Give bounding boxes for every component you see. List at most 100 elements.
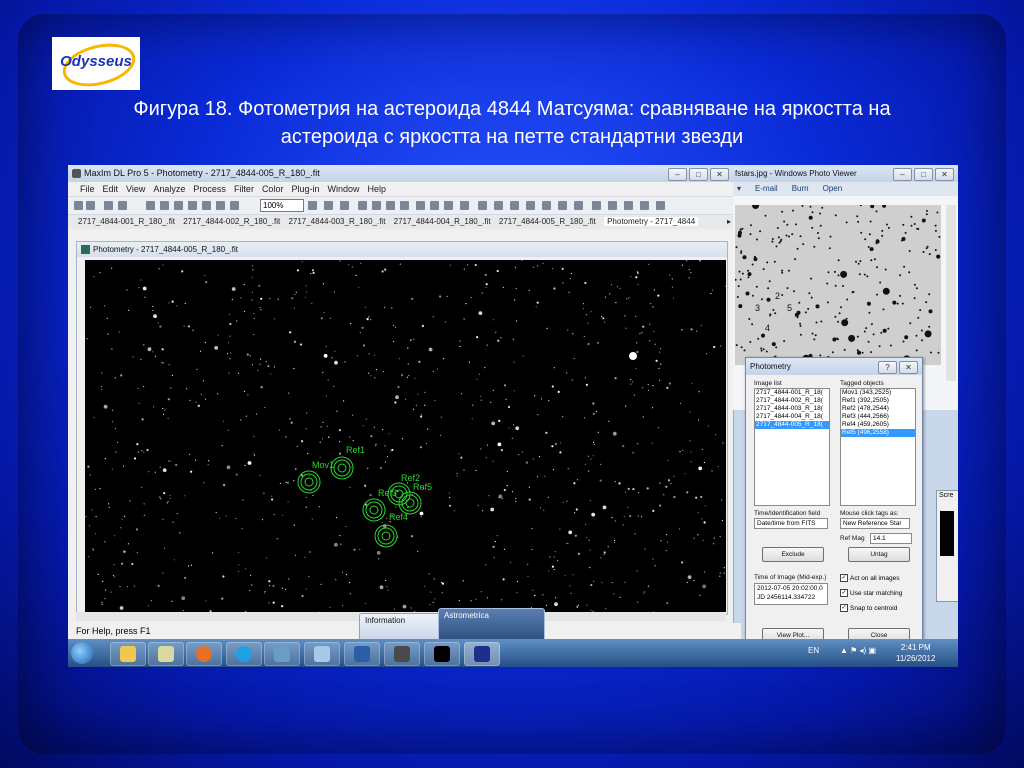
toolbar-tool-icon[interactable] — [430, 201, 439, 210]
taskbar-explorer-icon[interactable] — [110, 642, 146, 666]
toolbar-tool-icon[interactable] — [542, 201, 551, 210]
taskbar-app-icon[interactable] — [304, 642, 340, 666]
image-list-item[interactable]: 2717_4844-003_R_18( — [755, 405, 829, 413]
viewer-maximize-button[interactable]: □ — [914, 168, 933, 181]
toolbar-tool-icon[interactable] — [416, 201, 425, 210]
toolbar-tool-icon[interactable] — [624, 201, 633, 210]
file-tab-3[interactable]: 2717_4844-003_R_180_.fit — [288, 217, 385, 226]
menu-help[interactable]: Help — [367, 182, 386, 196]
use-star-matching-checkbox[interactable]: ✓ Use star matching — [840, 589, 902, 597]
menu-edit[interactable]: Edit — [103, 182, 119, 196]
toolbar-tool-icon[interactable] — [608, 201, 617, 210]
toolbar-tool-icon[interactable] — [146, 201, 155, 210]
untag-button[interactable]: Untag — [848, 547, 910, 562]
toolbar-tool-icon[interactable] — [494, 201, 503, 210]
start-button-icon[interactable] — [71, 642, 93, 664]
image-list-item[interactable]: 2717_4844-004_R_18( — [755, 413, 829, 421]
tabs-scroll-right-icon[interactable]: ▸ — [727, 215, 731, 229]
menu-analyze[interactable]: Analyze — [153, 182, 185, 196]
toolbar-tool-icon[interactable] — [174, 201, 183, 210]
toolbar-tool-icon[interactable] — [640, 201, 649, 210]
toolbar-tool-icon[interactable] — [160, 201, 169, 210]
taskbar-console-icon[interactable] — [424, 642, 460, 666]
file-tab-4[interactable]: 2717_4844-004_R_180_.fit — [394, 217, 491, 226]
image-list-item[interactable]: 2717_4844-002_R_18( — [755, 397, 829, 405]
taskbar-photo-viewer-icon[interactable] — [264, 642, 300, 666]
exclude-button[interactable]: Exclude — [762, 547, 824, 562]
menu-filter[interactable]: Filter — [234, 182, 254, 196]
viewer-close-button[interactable]: ✕ — [935, 168, 954, 181]
viewer-file-menu-icon[interactable]: ▾ — [737, 182, 741, 196]
menu-file[interactable]: File — [80, 182, 95, 196]
toolbar-tool-icon[interactable] — [104, 201, 113, 210]
tagged-item[interactable]: Ref2 (478,2544) — [841, 405, 915, 413]
toolbar-tool-icon[interactable] — [216, 201, 225, 210]
file-tab-photometry[interactable]: Photometry - 2717_4844 — [604, 217, 699, 226]
menu-view[interactable]: View — [126, 182, 145, 196]
astrometrica-preview[interactable]: Astrometrica — [438, 608, 545, 642]
side-window[interactable]: Scre — [936, 490, 958, 602]
maximize-button[interactable]: □ — [689, 168, 708, 181]
menu-color[interactable]: Color — [262, 182, 284, 196]
ref-mag-stepper[interactable]: 14.1 — [870, 533, 912, 544]
menu-window[interactable]: Window — [327, 182, 359, 196]
tray-flag-icon[interactable]: ▲ ⚑ ◂) ▣ — [840, 646, 876, 655]
dialog-close-button[interactable]: ✕ — [899, 361, 918, 374]
taskbar-firefox-icon[interactable] — [186, 642, 222, 666]
tagged-item[interactable]: Ref3 (444,2566) — [841, 413, 915, 421]
viewer-scrollbar[interactable] — [946, 205, 956, 381]
toolbar-tool-icon[interactable] — [656, 201, 665, 210]
toolbar-tool-icon[interactable] — [478, 201, 487, 210]
toolbar-tool-icon[interactable] — [86, 201, 95, 210]
toolbar-tool-icon[interactable] — [74, 201, 83, 210]
image-list-item[interactable]: 2717_4844-001_R_18( — [755, 389, 829, 397]
toolbar-tool-icon[interactable] — [460, 201, 469, 210]
menu-plugin[interactable]: Plug-in — [291, 182, 319, 196]
mouse-tags-select[interactable]: New Reference Star — [840, 518, 910, 529]
taskbar-astrometrica-icon[interactable] — [464, 642, 500, 666]
tagged-item[interactable]: Ref1 (392,2505) — [841, 397, 915, 405]
toolbar-tool-icon[interactable] — [372, 201, 381, 210]
toolbar-tool-icon[interactable] — [526, 201, 535, 210]
tagged-objects-list[interactable]: Mov1 (343,2525) Ref1 (392,2505) Ref2 (47… — [840, 388, 916, 506]
toolbar-tool-icon[interactable] — [188, 201, 197, 210]
close-button[interactable]: ✕ — [710, 168, 729, 181]
toolbar-tool-icon[interactable] — [230, 201, 239, 210]
file-tab-1[interactable]: 2717_4844-001_R_180_.fit — [78, 217, 175, 226]
time-id-select[interactable]: Date/time from FITS — [754, 518, 828, 529]
toolbar-tool-icon[interactable] — [324, 201, 333, 210]
star-field-image[interactable]: Mov1 Ref1 Ref2 Ref3 Ref4 Ref5 — [85, 260, 726, 613]
taskbar-skype-icon[interactable] — [226, 642, 262, 666]
menu-process[interactable]: Process — [193, 182, 226, 196]
zoom-select[interactable]: 100% — [260, 199, 304, 212]
file-tab-2[interactable]: 2717_4844-002_R_180_.fit — [183, 217, 280, 226]
viewer-email[interactable]: E-mail — [755, 182, 778, 196]
image-list[interactable]: 2717_4844-001_R_18( 2717_4844-002_R_18( … — [754, 388, 830, 506]
toolbar-tool-icon[interactable] — [558, 201, 567, 210]
snap-to-centroid-checkbox[interactable]: ✓ Snap to centroid — [840, 604, 897, 612]
toolbar-tool-icon[interactable] — [574, 201, 583, 210]
taskbar-maxim-icon[interactable] — [384, 642, 420, 666]
taskbar-paint-icon[interactable] — [148, 642, 184, 666]
toolbar-tool-icon[interactable] — [592, 201, 601, 210]
toolbar-tool-icon[interactable] — [308, 201, 317, 210]
toolbar-tool-icon[interactable] — [340, 201, 349, 210]
viewer-burn[interactable]: Burn — [792, 182, 809, 196]
tagged-item[interactable]: Mov1 (343,2525) — [841, 389, 915, 397]
act-on-all-checkbox[interactable]: ✓ Act on all images — [840, 574, 900, 582]
tagged-item-selected[interactable]: Ref5 (496,2558) — [841, 429, 915, 437]
tagged-item[interactable]: Ref4 (459,2605) — [841, 421, 915, 429]
toolbar-tool-icon[interactable] — [358, 201, 367, 210]
toolbar-tool-icon[interactable] — [202, 201, 211, 210]
dialog-help-button[interactable]: ? — [878, 361, 897, 374]
toolbar-tool-icon[interactable] — [510, 201, 519, 210]
clock[interactable]: 2:41 PM 11/26/2012 — [896, 642, 935, 664]
image-list-item-selected[interactable]: 2717_4844-005_R_18( — [755, 421, 829, 429]
file-tab-5[interactable]: 2717_4844-005_R_180_.fit — [499, 217, 596, 226]
taskbar-word-icon[interactable] — [344, 642, 380, 666]
minimize-button[interactable]: – — [668, 168, 687, 181]
viewer-open[interactable]: Open — [823, 182, 843, 196]
toolbar-tool-icon[interactable] — [444, 201, 453, 210]
toolbar-tool-icon[interactable] — [386, 201, 395, 210]
toolbar-tool-icon[interactable] — [118, 201, 127, 210]
